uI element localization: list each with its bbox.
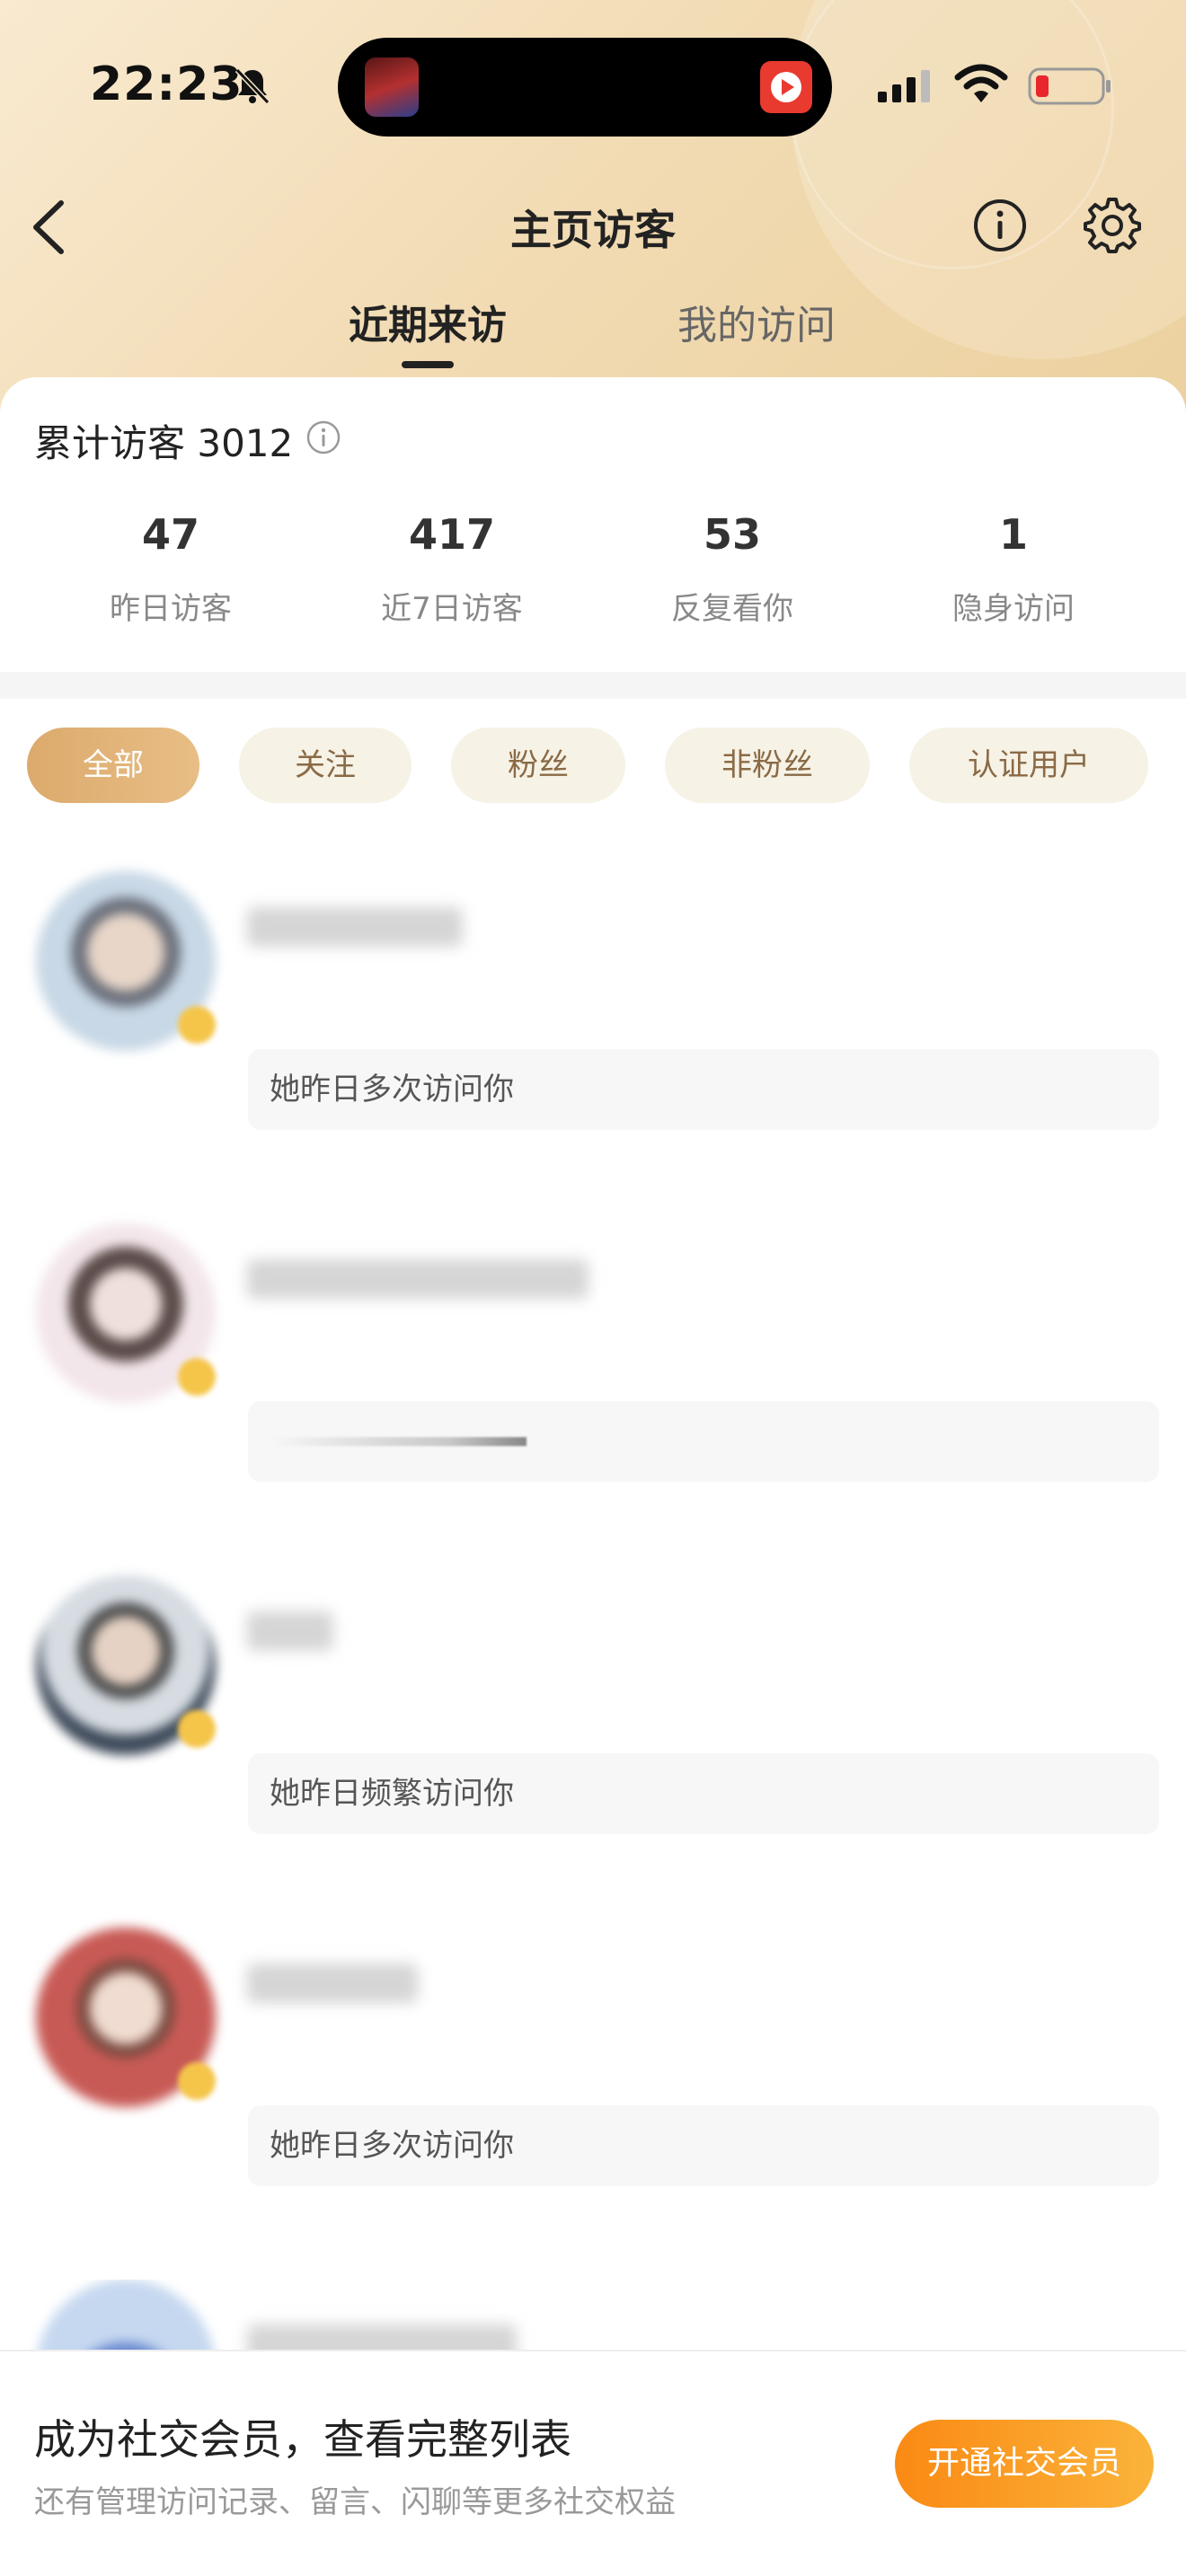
stat-value: 417: [408, 510, 496, 559]
filter-chip-all[interactable]: 全部: [27, 728, 199, 803]
visit-note: 她昨日频繁访问你: [248, 1753, 1159, 1834]
avatar[interactable]: [36, 2280, 216, 2351]
video-app-icon: [760, 61, 812, 113]
status-time: 22:23: [90, 57, 243, 111]
stat-yesterday[interactable]: 47 昨日访客: [36, 510, 305, 628]
visitor-row[interactable]: 她昨日多次访问你: [0, 1928, 1186, 2278]
stat-value: 47: [141, 510, 199, 559]
wifi-icon: [954, 64, 1008, 102]
visitor-name-blurred: [247, 907, 463, 947]
info-circle-icon[interactable]: [305, 419, 341, 455]
banner-subtitle: 还有管理访问记录、留言、闪聊等更多社交权益: [34, 2484, 676, 2520]
gear-icon[interactable]: [1084, 196, 1141, 253]
visitor-name-blurred: [247, 1963, 418, 2003]
stat-label: 昨日访客: [110, 591, 232, 627]
visitor-row[interactable]: 她昨日频繁访问你: [0, 1575, 1186, 1926]
banner-title: 成为社交会员，查看完整列表: [34, 2415, 571, 2464]
stat-label: 近7日访客: [381, 591, 523, 627]
join-membership-button[interactable]: 开通社交会员: [895, 2420, 1154, 2508]
stat-hidden-visits[interactable]: 1 隐身访问: [879, 510, 1148, 628]
bell-slash-icon: [235, 67, 270, 105]
visitor-row[interactable]: 她昨日多次访问你: [0, 871, 1186, 1222]
filter-chip-verified[interactable]: 认证用户: [909, 728, 1148, 803]
blurred-note-line: [270, 1437, 527, 1446]
verified-badge-icon: [178, 1710, 216, 1748]
visit-note: 她昨日多次访问你: [248, 2105, 1159, 2186]
total-visitors: 累计访客 3012: [34, 421, 294, 465]
section-divider: [0, 672, 1186, 699]
verified-badge-icon: [178, 1358, 216, 1396]
dynamic-island: [338, 38, 832, 137]
app-thumbnail-icon: [365, 57, 419, 117]
visit-note: 她昨日多次访问你: [248, 1049, 1159, 1130]
visitor-name-blurred: [247, 2325, 517, 2351]
stat-repeat-views[interactable]: 53 反复看你: [597, 510, 867, 628]
filter-chip-fans[interactable]: 粉丝: [451, 728, 625, 803]
visitor-row[interactable]: [0, 1223, 1186, 1574]
stat-value: 1: [998, 510, 1028, 559]
signal-icon: [878, 70, 930, 102]
verified-badge-icon: [178, 2062, 216, 2100]
info-circle-icon[interactable]: [972, 198, 1028, 253]
visitor-name-blurred: [247, 1611, 333, 1651]
tab-my-visits[interactable]: 我的访问: [677, 293, 836, 350]
stat-value: 53: [703, 510, 761, 559]
visitor-row[interactable]: [0, 2280, 1186, 2351]
stat-label: 反复看你: [671, 591, 793, 627]
filter-chip-following[interactable]: 关注: [239, 728, 412, 803]
visitor-name-blurred: [247, 1259, 589, 1299]
battery-low-icon: [1028, 67, 1111, 105]
tab-recent-visits[interactable]: 近期来访: [349, 293, 507, 350]
stat-last-7-days[interactable]: 417 近7日访客: [317, 510, 587, 628]
stat-label: 隐身访问: [952, 591, 1075, 627]
filter-chip-non-fans[interactable]: 非粉丝: [665, 728, 870, 803]
verified-badge-icon: [178, 1006, 216, 1044]
active-tab-indicator: [402, 361, 454, 368]
